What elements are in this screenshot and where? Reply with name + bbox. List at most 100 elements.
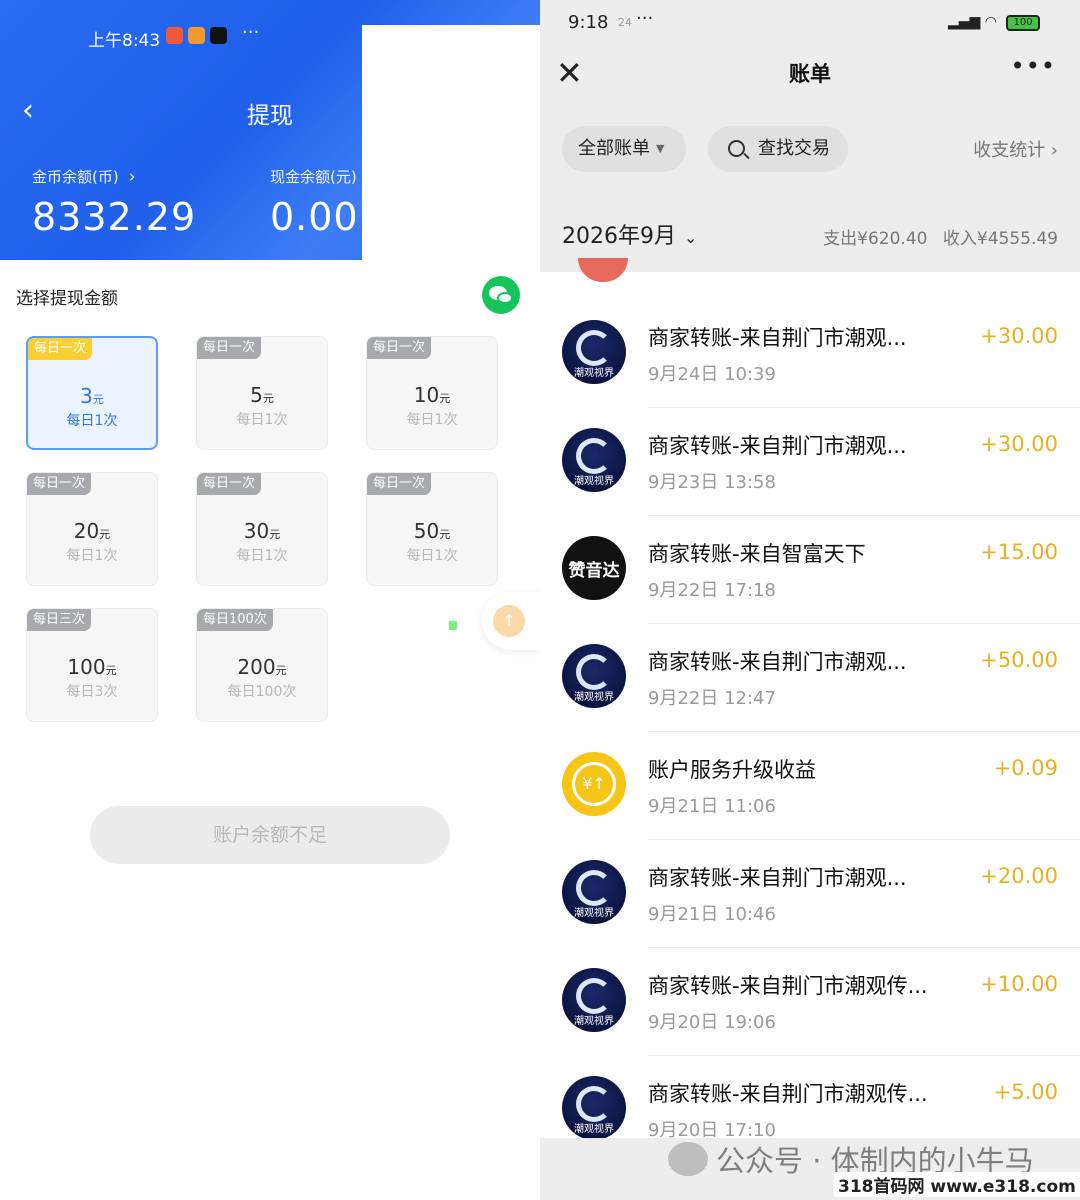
month-label: 2026年9月 <box>562 224 676 249</box>
select-amount-title: 选择提现金额 <box>16 289 118 309</box>
transaction-amount: +30.00 <box>980 324 1058 348</box>
frequency-label: 每日1次 <box>236 548 288 564</box>
transaction-amount: +20.00 <box>980 864 1058 888</box>
status-time: 上午8:43 <box>88 31 161 51</box>
stats-label: 收支统计 <box>973 140 1046 161</box>
frequency-tag: 每日一次 <box>367 337 432 359</box>
income-total: 收入¥4555.49 <box>942 229 1058 249</box>
signal-icon: ▂▄▆ <box>382 616 418 634</box>
search-transactions-button[interactable]: 查找交易 <box>708 126 848 172</box>
balance-header: 上午8:43 ··· ✱ ▂▄▆ ◠ ‹ 提现 规则 金币余额(币) › 8332… <box>0 0 540 1200</box>
merchant-avatar-icon: 潮观视界 <box>562 1076 626 1140</box>
frequency-label: 每日1次 <box>406 548 458 564</box>
transaction-row[interactable]: 潮观视界 商家转账-来自荆门市潮观... 9月23日 13:58 +30.00 <box>540 408 1080 516</box>
month-summary: 支出¥620.40 收入¥4555.49 <box>823 224 1058 249</box>
bill-header: 9:18 24 ··· ▂▄▆ ◠ 100 ✕ 账单 ••• 全部账单 ▼ 查找交… <box>540 0 1080 272</box>
frequency-label: 每日1次 <box>66 413 118 429</box>
float-button[interactable]: ↑ <box>482 592 540 650</box>
frequency-label: 每日1次 <box>66 548 118 564</box>
transaction-amount: +0.09 <box>993 756 1058 780</box>
frequency-tag: 每日100次 <box>197 609 273 631</box>
amount-value: 20元 <box>73 519 111 543</box>
amount-value: 5元 <box>250 383 274 407</box>
coin-balance-value: 8332.29 <box>32 195 197 239</box>
status-bar: 上午8:43 ··· ✱ ▂▄▆ ◠ <box>0 22 540 1200</box>
chevron-right-icon: › <box>1045 140 1058 161</box>
chevron-down-icon: ⌄ <box>684 228 698 247</box>
amount-value: 30元 <box>243 519 281 543</box>
expense-total: 支出¥620.40 <box>823 229 928 249</box>
chevron-right-icon: › <box>366 167 374 187</box>
frequency-tag: 每日一次 <box>367 473 432 495</box>
partial-avatar <box>578 258 628 282</box>
amount-value: 100元 <box>67 655 117 679</box>
transaction-date: 9月22日 12:47 <box>648 688 776 709</box>
transaction-row[interactable]: 潮观视界 商家转账-来自荆门市潮观传... 9月20日 19:06 +10.00 <box>540 948 1080 1056</box>
withdraw-screen: 上午8:43 ··· ✱ ▂▄▆ ◠ ‹ 提现 规则 金币余额(币) › 8332… <box>0 0 540 1200</box>
transaction-row[interactable]: ¥↑ 账户服务升级收益 9月21日 11:06 +0.09 <box>540 732 1080 840</box>
rules-button[interactable]: 规则 <box>480 96 540 126</box>
site-watermark: 318首码网 www.e318.com <box>834 1172 1080 1197</box>
amount-value: 10元 <box>413 383 451 407</box>
transaction-name: 商家转账-来自荆门市潮观... <box>648 650 907 674</box>
transaction-row[interactable]: 潮观视界 商家转账-来自荆门市潮观... 9月22日 12:47 +50.00 <box>540 624 1080 732</box>
page-title: 提现 <box>247 103 293 129</box>
amount-value: 50元 <box>413 519 451 543</box>
frequency-tag: 每日一次 <box>197 337 262 359</box>
filter-dropdown[interactable]: 全部账单 ▼ <box>562 126 686 172</box>
chevron-right-icon: › <box>128 167 136 187</box>
transaction-amount: +5.00 <box>993 1080 1058 1104</box>
merchant-avatar-icon: 潮观视界 <box>562 968 626 1032</box>
amount-option-card[interactable]: 每日一次 20元 每日1次 <box>26 472 158 586</box>
amount-option-card[interactable]: 每日一次 3元 每日1次 <box>26 336 158 450</box>
cash-balance-label: 现金余额(元) <box>270 168 357 186</box>
caret-down-icon: ▼ <box>656 142 665 155</box>
transaction-date: 9月20日 19:06 <box>648 1012 776 1033</box>
notification-icons <box>166 27 227 44</box>
amount-value: 200元 <box>237 655 287 679</box>
tiktok-icon <box>210 27 227 44</box>
coin-balance[interactable]: 金币余额(币) › 8332.29 <box>32 166 196 239</box>
coin-balance-label: 金币余额(币) <box>32 168 119 186</box>
withdraw-submit-button[interactable]: 账户余额不足 <box>90 806 450 864</box>
arrow-up-icon: ↑ <box>493 605 525 637</box>
transaction-date: 9月24日 10:39 <box>648 364 776 385</box>
wifi-icon: ◠ <box>425 616 439 634</box>
merchant-avatar-icon: 潮观视界 <box>562 860 626 924</box>
frequency-tag: 每日一次 <box>28 338 93 360</box>
transaction-amount: +50.00 <box>980 648 1058 672</box>
filter-label: 全部账单 <box>578 138 650 159</box>
transaction-row[interactable]: 潮观视界 商家转账-来自荆门市潮观... 9月21日 10:46 +20.00 <box>540 840 1080 948</box>
frequency-tag: 每日三次 <box>27 609 92 631</box>
frequency-label: 每日1次 <box>236 412 288 428</box>
transaction-name: 商家转账-来自荆门市潮观传... <box>648 974 928 998</box>
amount-option-card[interactable]: 每日100次 200元 每日100次 <box>196 608 328 722</box>
amount-option-card[interactable]: 每日三次 100元每日3次 <box>26 608 158 722</box>
bluetooth-icon: ✱ <box>362 616 375 634</box>
wechat-icon[interactable] <box>482 276 520 314</box>
merchant-avatar-icon: 潮观视界 <box>562 320 626 384</box>
signal-wifi-icon: ▂▄▆ ◠ <box>948 14 997 30</box>
transaction-amount: +30.00 <box>980 432 1058 456</box>
amount-option-card[interactable]: 每日一次 5元每日1次 <box>196 336 328 450</box>
stats-link[interactable]: 收支统计 › <box>973 136 1058 162</box>
cash-balance[interactable]: 现金余额(元) › 0.00 <box>270 166 374 239</box>
transaction-date: 9月21日 10:46 <box>648 904 776 925</box>
frequency-label: 每日3次 <box>66 684 118 700</box>
search-icon <box>728 140 745 157</box>
app-notification-icon <box>188 27 205 44</box>
amount-option-card[interactable]: 每日一次 50元每日1次 <box>366 472 498 586</box>
battery-icon: 100 <box>1006 15 1040 31</box>
battery-icon <box>446 617 479 633</box>
transaction-row[interactable]: 赞音达 商家转账-来自智富天下 9月22日 17:18 +15.00 <box>540 516 1080 624</box>
more-menu-button[interactable]: ••• <box>1011 52 1056 80</box>
amount-option-card[interactable]: 每日一次 30元 每日1次 <box>196 472 328 586</box>
amount-option-card[interactable]: 每日一次 10元 每日1次 <box>366 336 498 450</box>
transaction-name: 商家转账-来自荆门市潮观... <box>648 434 907 458</box>
transaction-date: 9月22日 17:18 <box>648 580 776 601</box>
merchant-avatar-icon: 赞音达 <box>562 536 626 600</box>
month-selector[interactable]: 2026年9月 ⌄ <box>562 218 697 250</box>
transaction-row[interactable]: 潮观视界 商家转账-来自荆门市潮观... 9月24日 10:39 +30.00 <box>540 300 1080 408</box>
more-notifications-icon: ··· <box>242 22 260 43</box>
notification-icon: 24 <box>618 16 632 29</box>
